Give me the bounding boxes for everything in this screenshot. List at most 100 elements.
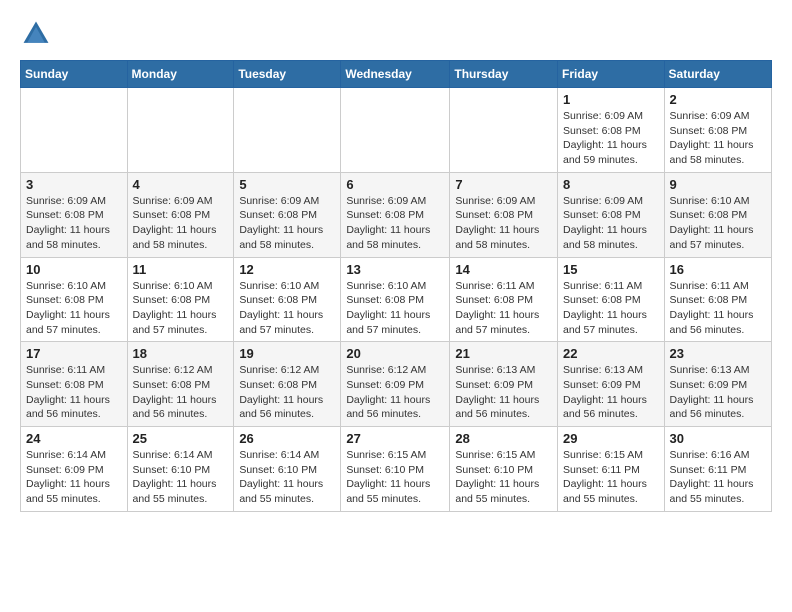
- calendar-cell: [450, 88, 558, 173]
- calendar-cell: [341, 88, 450, 173]
- page: SundayMondayTuesdayWednesdayThursdayFrid…: [0, 0, 792, 530]
- calendar-cell: 11 Sunrise: 6:10 AMSunset: 6:08 PMDayligh…: [127, 257, 234, 342]
- day-number: 16: [670, 262, 766, 277]
- calendar-week-row: 1 Sunrise: 6:09 AMSunset: 6:08 PMDaylight…: [21, 88, 772, 173]
- day-number: 29: [563, 431, 659, 446]
- calendar-header-saturday: Saturday: [664, 61, 771, 88]
- calendar-week-row: 10 Sunrise: 6:10 AMSunset: 6:08 PMDayligh…: [21, 257, 772, 342]
- calendar-header-tuesday: Tuesday: [234, 61, 341, 88]
- logo: [20, 18, 56, 50]
- day-number: 6: [346, 177, 444, 192]
- day-info: Sunrise: 6:16 AMSunset: 6:11 PMDaylight:…: [670, 448, 766, 507]
- day-number: 26: [239, 431, 335, 446]
- calendar-cell: 2Sunrise: 6:09 AMSunset: 6:08 PMDaylight…: [664, 88, 771, 173]
- calendar-cell: 30 Sunrise: 6:16 AMSunset: 6:11 PMDayligh…: [664, 427, 771, 512]
- day-number: 7: [455, 177, 552, 192]
- calendar-week-row: 3 Sunrise: 6:09 AMSunset: 6:08 PMDaylight…: [21, 172, 772, 257]
- day-number: 30: [670, 431, 766, 446]
- day-info: Sunrise: 6:09 AMSunset: 6:08 PMDaylight:…: [670, 109, 766, 168]
- day-number: 18: [133, 346, 229, 361]
- day-info: Sunrise: 6:15 AMSunset: 6:11 PMDaylight:…: [563, 448, 659, 507]
- day-info: Sunrise: 6:12 AMSunset: 6:08 PMDaylight:…: [133, 363, 229, 422]
- day-number: 1: [563, 92, 659, 107]
- day-number: 14: [455, 262, 552, 277]
- calendar-cell: 16 Sunrise: 6:11 AMSunset: 6:08 PMDayligh…: [664, 257, 771, 342]
- calendar-cell: 5 Sunrise: 6:09 AMSunset: 6:08 PMDaylight…: [234, 172, 341, 257]
- calendar-cell: 21Sunrise: 6:13 AMSunset: 6:09 PMDayligh…: [450, 342, 558, 427]
- day-info: Sunrise: 6:10 AMSunset: 6:08 PMDaylight:…: [133, 279, 229, 338]
- calendar-cell: 3 Sunrise: 6:09 AMSunset: 6:08 PMDaylight…: [21, 172, 128, 257]
- day-number: 20: [346, 346, 444, 361]
- calendar-table: SundayMondayTuesdayWednesdayThursdayFrid…: [20, 60, 772, 512]
- day-number: 12: [239, 262, 335, 277]
- day-info: Sunrise: 6:12 AMSunset: 6:09 PMDaylight:…: [346, 363, 444, 422]
- day-info: Sunrise: 6:09 AMSunset: 6:08 PMDaylight:…: [563, 194, 659, 253]
- calendar-cell: 14Sunrise: 6:11 AMSunset: 6:08 PMDayligh…: [450, 257, 558, 342]
- calendar-header-friday: Friday: [558, 61, 665, 88]
- calendar-cell: 26 Sunrise: 6:14 AMSunset: 6:10 PMDayligh…: [234, 427, 341, 512]
- day-number: 5: [239, 177, 335, 192]
- day-number: 23: [670, 346, 766, 361]
- calendar-cell: 12 Sunrise: 6:10 AMSunset: 6:08 PMDayligh…: [234, 257, 341, 342]
- day-info: Sunrise: 6:14 AMSunset: 6:10 PMDaylight:…: [133, 448, 229, 507]
- day-info: Sunrise: 6:09 AMSunset: 6:08 PMDaylight:…: [133, 194, 229, 253]
- day-info: Sunrise: 6:13 AMSunset: 6:09 PMDaylight:…: [455, 363, 552, 422]
- day-info: Sunrise: 6:09 AMSunset: 6:08 PMDaylight:…: [455, 194, 552, 253]
- day-info: Sunrise: 6:12 AMSunset: 6:08 PMDaylight:…: [239, 363, 335, 422]
- day-number: 15: [563, 262, 659, 277]
- day-info: Sunrise: 6:15 AMSunset: 6:10 PMDaylight:…: [346, 448, 444, 507]
- calendar-cell: [127, 88, 234, 173]
- calendar-cell: 22Sunrise: 6:13 AMSunset: 6:09 PMDayligh…: [558, 342, 665, 427]
- day-number: 9: [670, 177, 766, 192]
- calendar-header-monday: Monday: [127, 61, 234, 88]
- day-info: Sunrise: 6:09 AMSunset: 6:08 PMDaylight:…: [26, 194, 122, 253]
- day-number: 8: [563, 177, 659, 192]
- calendar-cell: 10 Sunrise: 6:10 AMSunset: 6:08 PMDayligh…: [21, 257, 128, 342]
- calendar-cell: 29 Sunrise: 6:15 AMSunset: 6:11 PMDayligh…: [558, 427, 665, 512]
- day-info: Sunrise: 6:10 AMSunset: 6:08 PMDaylight:…: [346, 279, 444, 338]
- day-number: 3: [26, 177, 122, 192]
- calendar-cell: 25 Sunrise: 6:14 AMSunset: 6:10 PMDayligh…: [127, 427, 234, 512]
- day-info: Sunrise: 6:14 AMSunset: 6:09 PMDaylight:…: [26, 448, 122, 507]
- calendar-cell: 17 Sunrise: 6:11 AMSunset: 6:08 PMDayligh…: [21, 342, 128, 427]
- day-info: Sunrise: 6:14 AMSunset: 6:10 PMDaylight:…: [239, 448, 335, 507]
- day-info: Sunrise: 6:09 AMSunset: 6:08 PMDaylight:…: [346, 194, 444, 253]
- day-info: Sunrise: 6:13 AMSunset: 6:09 PMDaylight:…: [670, 363, 766, 422]
- calendar-cell: 15 Sunrise: 6:11 AMSunset: 6:08 PMDayligh…: [558, 257, 665, 342]
- day-info: Sunrise: 6:09 AMSunset: 6:08 PMDaylight:…: [563, 109, 659, 168]
- calendar-header-thursday: Thursday: [450, 61, 558, 88]
- calendar-header-row: SundayMondayTuesdayWednesdayThursdayFrid…: [21, 61, 772, 88]
- calendar-cell: 28 Sunrise: 6:15 AMSunset: 6:10 PMDayligh…: [450, 427, 558, 512]
- day-info: Sunrise: 6:11 AMSunset: 6:08 PMDaylight:…: [26, 363, 122, 422]
- calendar-cell: 7 Sunrise: 6:09 AMSunset: 6:08 PMDaylight…: [450, 172, 558, 257]
- day-info: Sunrise: 6:09 AMSunset: 6:08 PMDaylight:…: [239, 194, 335, 253]
- calendar-cell: 1 Sunrise: 6:09 AMSunset: 6:08 PMDaylight…: [558, 88, 665, 173]
- day-number: 13: [346, 262, 444, 277]
- calendar-cell: 13 Sunrise: 6:10 AMSunset: 6:08 PMDayligh…: [341, 257, 450, 342]
- day-info: Sunrise: 6:10 AMSunset: 6:08 PMDaylight:…: [239, 279, 335, 338]
- day-info: Sunrise: 6:15 AMSunset: 6:10 PMDaylight:…: [455, 448, 552, 507]
- day-number: 11: [133, 262, 229, 277]
- day-number: 19: [239, 346, 335, 361]
- calendar-cell: 24 Sunrise: 6:14 AMSunset: 6:09 PMDayligh…: [21, 427, 128, 512]
- header: [20, 18, 772, 50]
- day-number: 27: [346, 431, 444, 446]
- calendar-cell: [21, 88, 128, 173]
- day-number: 28: [455, 431, 552, 446]
- day-info: Sunrise: 6:10 AMSunset: 6:08 PMDaylight:…: [26, 279, 122, 338]
- calendar-cell: 23 Sunrise: 6:13 AMSunset: 6:09 PMDayligh…: [664, 342, 771, 427]
- calendar-cell: 27 Sunrise: 6:15 AMSunset: 6:10 PMDayligh…: [341, 427, 450, 512]
- calendar-header-sunday: Sunday: [21, 61, 128, 88]
- calendar-cell: 6 Sunrise: 6:09 AMSunset: 6:08 PMDaylight…: [341, 172, 450, 257]
- day-number: 17: [26, 346, 122, 361]
- calendar-header-wednesday: Wednesday: [341, 61, 450, 88]
- day-info: Sunrise: 6:11 AMSunset: 6:08 PMDaylight:…: [563, 279, 659, 338]
- day-number: 24: [26, 431, 122, 446]
- day-number: 25: [133, 431, 229, 446]
- day-info: Sunrise: 6:11 AMSunset: 6:08 PMDaylight:…: [670, 279, 766, 338]
- calendar-cell: 19 Sunrise: 6:12 AMSunset: 6:08 PMDayligh…: [234, 342, 341, 427]
- calendar-cell: 20 Sunrise: 6:12 AMSunset: 6:09 PMDayligh…: [341, 342, 450, 427]
- calendar-cell: 9Sunrise: 6:10 AMSunset: 6:08 PMDaylight…: [664, 172, 771, 257]
- day-number: 22: [563, 346, 659, 361]
- day-number: 10: [26, 262, 122, 277]
